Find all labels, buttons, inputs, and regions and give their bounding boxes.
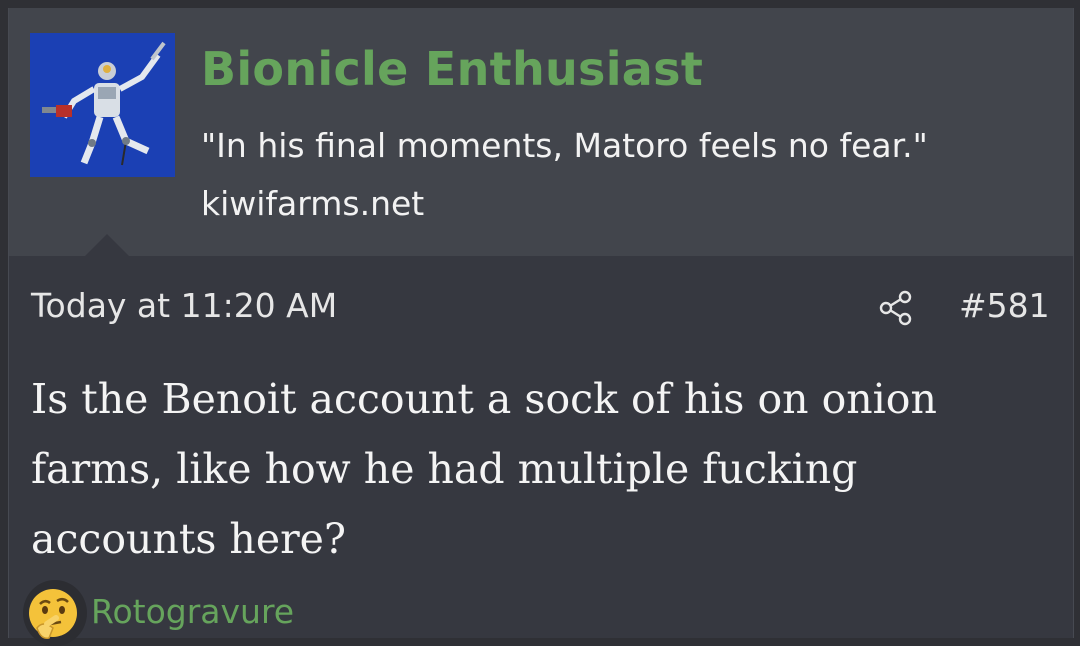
reaction-avatar (23, 580, 87, 646)
thinking-face-icon (29, 589, 77, 640)
reaction-username[interactable]: Rotogravure (91, 592, 294, 631)
post-message: Is the Benoit account a sock of his on o… (31, 375, 937, 563)
post-number-link[interactable]: #581 (959, 286, 1050, 325)
post-container: Bionicle Enthusiast "In his final moment… (8, 8, 1074, 646)
username[interactable]: Bionicle Enthusiast (201, 42, 703, 96)
post-date[interactable]: Today at 11:20 AM (31, 286, 337, 325)
user-avatar[interactable] (30, 33, 175, 177)
user-title: "In his final moments, Matoro feels no f… (201, 126, 928, 165)
bionicle-figure-avatar-icon (30, 33, 175, 177)
user-block-arrow (85, 234, 129, 256)
user-info-block: Bionicle Enthusiast "In his final moment… (9, 8, 1073, 256)
user-site: kiwifarms.net (201, 184, 425, 223)
share-icon[interactable] (877, 288, 917, 328)
